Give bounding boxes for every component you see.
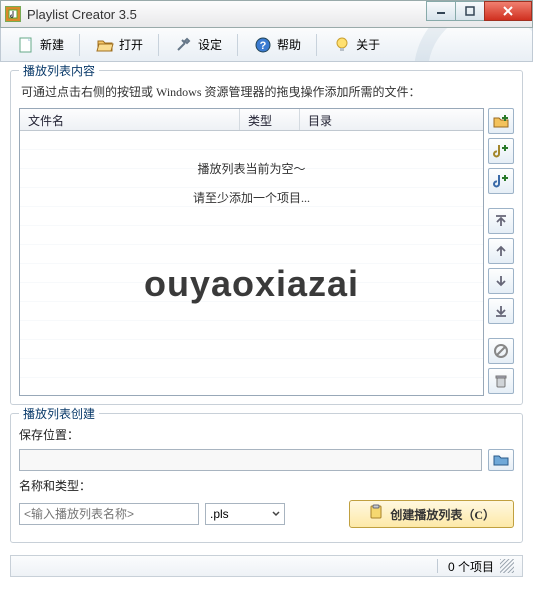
add-playlist-button[interactable] [488,138,514,164]
help-icon: ? [253,35,273,55]
table-header: 文件名 类型 目录 [20,109,483,131]
empty-line-2: 请至少添加一个项目... [20,184,483,213]
toolbar-separator [79,34,80,56]
content-hint: 可通过点击右侧的按钮或 Windows 资源管理器的拖曳操作添加所需的文件： [21,83,512,100]
window-title: Playlist Creator 3.5 [27,7,137,22]
app-icon [5,6,21,22]
title-bar: Playlist Creator 3.5 [0,0,533,28]
empty-message: 播放列表当前为空～ 请至少添加一个项目... [20,131,483,213]
side-toolbar [488,108,514,396]
maximize-button[interactable] [455,1,485,21]
window-controls [427,1,532,21]
chevron-down-icon [272,507,280,521]
playlist-table[interactable]: 文件名 类型 目录 播放列表当前为空～ 请至少添加一个项目... ouyaoxi… [19,108,484,396]
move-bottom-button[interactable] [488,298,514,324]
column-directory[interactable]: 目录 [300,109,483,130]
open-label: 打开 [119,36,143,53]
about-button[interactable]: 关于 [323,31,389,59]
main-toolbar: 新建 打开 设定 ? 帮助 关于 [0,28,533,62]
lightbulb-icon [332,35,352,55]
settings-icon [174,35,194,55]
resize-grip[interactable] [500,559,514,573]
toolbar-separator [316,34,317,56]
new-button[interactable]: 新建 [7,31,73,59]
folder-open-icon [95,35,115,55]
toolbar-separator [237,34,238,56]
delete-button[interactable] [488,368,514,394]
create-playlist-button[interactable]: 创建播放列表（C） [349,500,514,528]
status-item-count: 0 个项目 [448,558,494,575]
remove-button[interactable] [488,338,514,364]
add-file-button[interactable] [488,168,514,194]
empty-line-1: 播放列表当前为空～ [20,155,483,184]
close-button[interactable] [484,1,532,21]
clipboard-icon [368,504,384,524]
help-button[interactable]: ? 帮助 [244,31,310,59]
playlist-create-group: 播放列表创建 保存位置： 名称和类型： .pls 创建播放列表（C） [10,413,523,543]
svg-text:?: ? [260,40,267,52]
move-down-button[interactable] [488,268,514,294]
add-folder-button[interactable] [488,108,514,134]
open-button[interactable]: 打开 [86,31,152,59]
settings-button[interactable]: 设定 [165,31,231,59]
create-group-title: 播放列表创建 [19,405,99,422]
move-up-button[interactable] [488,238,514,264]
browse-folder-button[interactable] [488,449,514,471]
save-location-field[interactable] [19,449,482,471]
format-selected-value: .pls [210,507,229,521]
content-group-title: 播放列表内容 [19,62,99,79]
minimize-button[interactable] [426,1,456,21]
column-filename[interactable]: 文件名 [20,109,240,130]
new-file-icon [16,35,36,55]
playlist-name-field[interactable] [19,503,199,525]
status-bar: 0 个项目 [10,555,523,577]
about-label: 关于 [356,36,380,53]
toolbar-separator [158,34,159,56]
save-location-label: 保存位置： [19,426,79,443]
help-label: 帮助 [277,36,301,53]
table-body[interactable]: 播放列表当前为空～ 请至少添加一个项目... ouyaoxiazai [20,131,483,395]
playlist-content-group: 播放列表内容 可通过点击右侧的按钮或 Windows 资源管理器的拖曳操作添加所… [10,70,523,405]
settings-label: 设定 [198,36,222,53]
new-label: 新建 [40,36,64,53]
name-type-label: 名称和类型： [19,477,91,494]
column-type[interactable]: 类型 [240,109,300,130]
format-select[interactable]: .pls [205,503,285,525]
move-top-button[interactable] [488,208,514,234]
create-button-label: 创建播放列表（C） [390,506,495,523]
